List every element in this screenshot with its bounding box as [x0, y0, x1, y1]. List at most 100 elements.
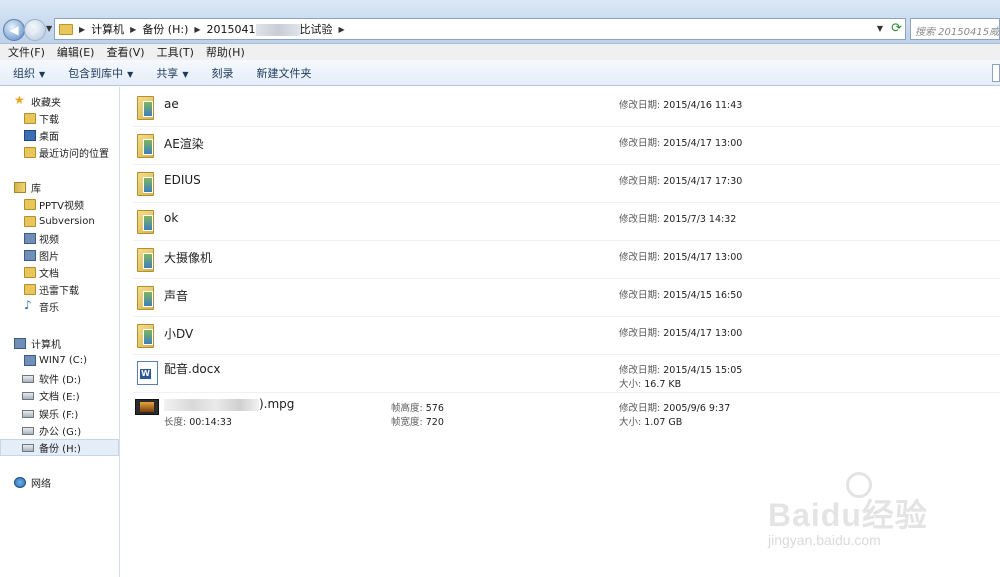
duration-value: 00:14:33	[189, 417, 232, 428]
modified-label: 修改日期:	[619, 365, 661, 376]
picture-library-icon	[24, 250, 36, 261]
modified-label: 修改日期:	[619, 403, 661, 414]
modified-date: 修改日期: 2015/4/17 13:00	[619, 325, 742, 339]
duration-label: 长度:	[164, 417, 187, 428]
share-label: 共享	[156, 66, 179, 80]
share-button[interactable]: 共享 ▼	[156, 65, 188, 81]
chevron-right-icon[interactable]: ▶	[194, 25, 200, 34]
list-item[interactable]: ok 修改日期: 2015/7/3 14:32	[133, 203, 1000, 241]
sidebar-favorites-label: 收藏夹	[31, 98, 61, 109]
new-folder-button[interactable]: 新建文件夹	[256, 65, 311, 81]
list-item[interactable]: AE渲染 修改日期: 2015/4/17 13:00	[133, 127, 1000, 165]
modified-label: 修改日期:	[619, 328, 661, 339]
modified-label: 修改日期:	[619, 214, 661, 225]
back-button[interactable]: ◀	[3, 19, 25, 41]
folder-icon	[137, 286, 154, 310]
size-label: 大小:	[619, 417, 642, 428]
watermark: Baidu经验 jingyan.baidu.com	[768, 472, 988, 562]
sidebar-item-subversion[interactable]: Subversion	[0, 213, 119, 230]
breadcrumb-drive[interactable]: 备份 (H:)	[142, 21, 188, 37]
list-item[interactable]: 声音 修改日期: 2015/4/15 16:50	[133, 279, 1000, 317]
sidebar-item-downloads[interactable]: 下载	[0, 110, 119, 127]
list-item[interactable]: ae 修改日期: 2015/4/16 11:43	[133, 89, 1000, 127]
sidebar-item-drive-c[interactable]: WIN7 (C:)	[0, 352, 119, 369]
modified-label: 修改日期:	[619, 290, 661, 301]
sidebar-item-music[interactable]: ♪ 音乐	[0, 298, 119, 315]
blurred-text	[164, 398, 259, 411]
chevron-down-icon: ▼	[39, 69, 46, 79]
list-item[interactable]: ).mpg 长度: 00:14:33 帧高度: 576 帧宽度: 720 修改日…	[133, 393, 1000, 431]
navigation-pane: ★ 收藏夹 下载 桌面 最近访问的位置 库 PPTV视频 Subversion …	[0, 87, 120, 577]
sidebar-item-pictures[interactable]: 图片	[0, 247, 119, 264]
list-item[interactable]: 小DV 修改日期: 2015/4/17 13:00	[133, 317, 1000, 355]
breadcrumb-folder-prefix: 2015041	[206, 23, 256, 36]
sidebar-item-documents[interactable]: 文档	[0, 264, 119, 281]
menu-tools[interactable]: 工具(T)	[157, 44, 194, 60]
file-name: AE渲染	[164, 137, 204, 151]
recent-pages-dropdown[interactable]: ▼	[46, 24, 52, 33]
breadcrumb-folder[interactable]: 2015041 比试验	[207, 21, 333, 37]
folder-icon	[137, 172, 154, 196]
sidebar-item-recent[interactable]: 最近访问的位置	[0, 144, 119, 161]
sidebar-computer-label: 计算机	[31, 340, 61, 351]
menu-view[interactable]: 查看(V)	[106, 44, 144, 60]
folder-icon	[59, 23, 73, 35]
menu-edit[interactable]: 编辑(E)	[57, 44, 95, 60]
modified-value: 2015/4/17 17:30	[663, 176, 743, 187]
sidebar-item-videos[interactable]: 视频	[0, 230, 119, 247]
menu-file[interactable]: 文件(F)	[8, 44, 45, 60]
breadcrumb[interactable]: ▶ 计算机 ▶ 备份 (H:) ▶ 2015041 比试验 ▶ ▼ ⟳	[54, 18, 906, 40]
burn-button[interactable]: 刻录	[211, 65, 233, 81]
modified-label: 修改日期:	[619, 138, 661, 149]
modified-value: 2015/4/15 16:50	[663, 290, 743, 301]
size-value: 1.07 GB	[644, 417, 683, 428]
forward-button[interactable]: ▶	[24, 19, 46, 41]
folder-icon	[137, 248, 154, 272]
sidebar-item-drive-f[interactable]: 娱乐 (F:)	[0, 405, 119, 422]
sidebar-item-thunder[interactable]: 迅雷下载	[0, 281, 119, 298]
list-item[interactable]: 大摄像机 修改日期: 2015/4/17 13:00	[133, 241, 1000, 279]
folder-icon	[137, 324, 154, 348]
search-input[interactable]: 搜索 20150415威力	[910, 18, 1000, 40]
chevron-right-icon[interactable]: ▶	[130, 25, 136, 34]
sidebar-item-drive-e[interactable]: 文档 (E:)	[0, 387, 119, 404]
address-dropdown-button[interactable]: ▼	[877, 24, 883, 33]
file-name: ok	[164, 211, 179, 225]
sidebar-item-pptv[interactable]: PPTV视频	[0, 196, 119, 213]
file-name: 小DV	[164, 327, 194, 341]
sidebar-item-desktop[interactable]: 桌面	[0, 127, 119, 144]
sidebar-item-label: 办公 (G:)	[39, 427, 82, 438]
menu-help[interactable]: 帮助(H)	[206, 44, 245, 60]
sidebar-item-label: 视频	[39, 235, 59, 246]
modified-value: 2015/4/16 11:43	[663, 100, 743, 111]
sidebar-item-label: 文档 (E:)	[39, 392, 80, 403]
menu-bar: 文件(F) 编辑(E) 查看(V) 工具(T) 帮助(H)	[0, 44, 1000, 60]
sidebar-network[interactable]: 网络	[0, 474, 119, 491]
sidebar-computer[interactable]: 计算机	[0, 335, 119, 352]
watermark-url: jingyan.baidu.com	[768, 532, 881, 548]
breadcrumb-computer[interactable]: 计算机	[91, 21, 124, 37]
recent-places-icon	[24, 147, 36, 158]
include-library-label: 包含到库中	[68, 66, 124, 80]
chevron-right-icon[interactable]: ▶	[79, 25, 85, 34]
address-bar: ◀ ▶ ▼ ▶ 计算机 ▶ 备份 (H:) ▶ 2015041 比试验 ▶ ▼ ⟳…	[0, 0, 1000, 44]
list-item[interactable]: EDIUS 修改日期: 2015/4/17 17:30	[133, 165, 1000, 203]
include-library-button[interactable]: 包含到库中 ▼	[68, 65, 133, 81]
sidebar-item-drive-d[interactable]: 软件 (D:)	[0, 370, 119, 387]
sidebar-item-label: 最近访问的位置	[39, 149, 109, 160]
chevron-right-icon[interactable]: ▶	[339, 25, 345, 34]
word-document-icon: W	[137, 361, 158, 385]
file-size: 大小: 16.7 KB	[619, 376, 681, 390]
size-label: 大小:	[619, 379, 642, 390]
frame-height-value: 576	[425, 403, 444, 414]
sidebar-item-drive-g[interactable]: 办公 (G:)	[0, 422, 119, 439]
sidebar-favorites[interactable]: ★ 收藏夹	[0, 93, 119, 110]
refresh-icon[interactable]: ⟳	[891, 21, 902, 36]
change-view-button[interactable]	[992, 64, 1000, 82]
sidebar-libraries[interactable]: 库	[0, 179, 119, 196]
system-drive-icon	[24, 355, 36, 366]
sidebar-item-drive-h[interactable]: 备份 (H:)	[0, 439, 119, 456]
thunder-download-icon	[24, 284, 36, 295]
list-item[interactable]: W 配音.docx 修改日期: 2015/4/15 15:05 大小: 16.7…	[133, 355, 1000, 393]
organize-button[interactable]: 组织 ▼	[13, 65, 45, 81]
